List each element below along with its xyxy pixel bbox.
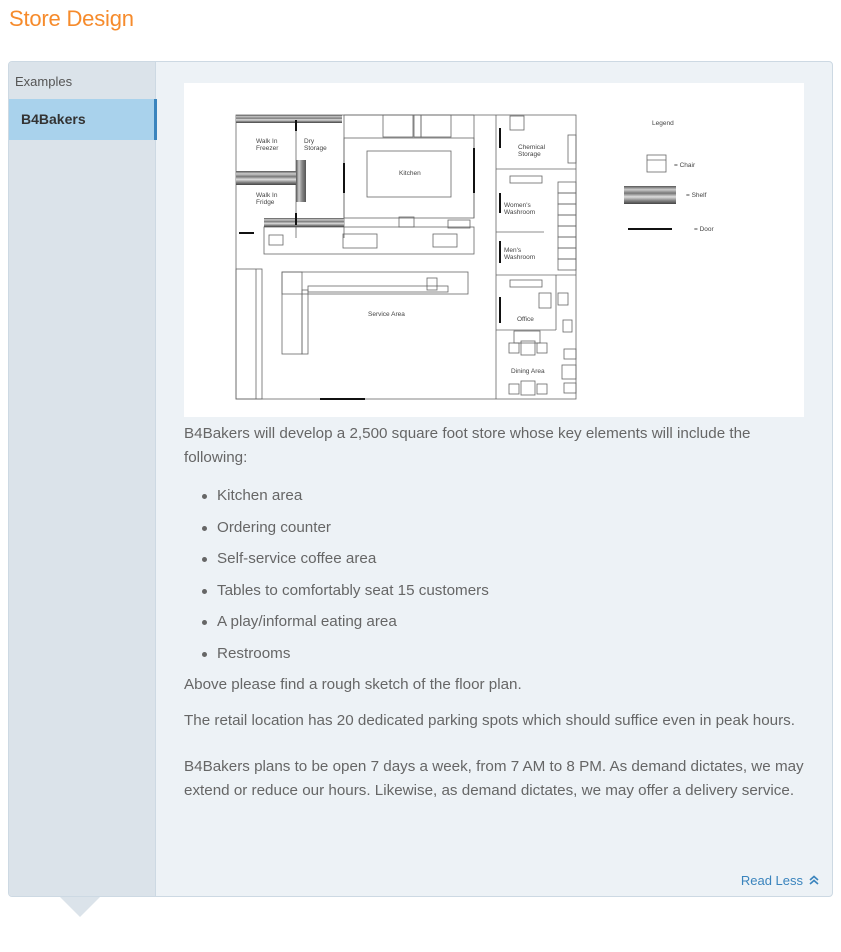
intro-paragraph: B4Bakers will develop a 2,500 square foo… bbox=[184, 425, 751, 466]
room-label-freezer: Walk In bbox=[256, 138, 278, 145]
legend-chair-label: = Chair bbox=[674, 162, 696, 169]
examples-panel: Examples B4Bakers Walk In Freezer Dry St… bbox=[8, 61, 833, 897]
double-chevron-up-icon bbox=[809, 874, 819, 887]
list-item: Self-service coffee area bbox=[202, 543, 814, 575]
list-item: Tables to comfortably seat 15 customers bbox=[202, 575, 814, 607]
sidebar: Examples B4Bakers bbox=[9, 62, 157, 896]
legend-title: Legend bbox=[652, 120, 674, 127]
key-elements-list: Kitchen area Ordering counter Self-servi… bbox=[184, 480, 814, 669]
room-label-office: Office bbox=[517, 316, 534, 323]
sidebar-item-b4bakers[interactable]: B4Bakers bbox=[9, 99, 157, 140]
read-less-button[interactable]: Read Less bbox=[741, 873, 819, 888]
room-label-fridge: Walk In bbox=[256, 192, 278, 199]
svg-text:Washroom: Washroom bbox=[504, 209, 535, 216]
list-item: Ordering counter bbox=[202, 512, 814, 544]
panel-pointer-arrow bbox=[60, 897, 100, 917]
legend-door-label: = Door bbox=[694, 226, 715, 233]
example-content: Walk In Freezer Dry Storage Kitchen Walk… bbox=[156, 62, 832, 896]
legend-shelf-symbol bbox=[624, 186, 676, 204]
svg-text:Storage: Storage bbox=[304, 145, 327, 152]
room-label-dining: Dining Area bbox=[511, 368, 545, 375]
room-label-womens: Women's bbox=[504, 202, 532, 209]
room-label-service-area: Service Area bbox=[368, 311, 405, 318]
parking-paragraph: The retail location has 20 dedicated par… bbox=[184, 712, 795, 729]
hours-paragraph: B4Bakers plans to be open 7 days a week,… bbox=[184, 758, 804, 799]
page-title: Store Design bbox=[9, 6, 134, 31]
list-item: Kitchen area bbox=[202, 480, 814, 512]
svg-text:Storage: Storage bbox=[518, 151, 541, 158]
list-item: Restrooms bbox=[202, 638, 814, 670]
read-less-label: Read Less bbox=[740, 873, 803, 888]
svg-text:Fridge: Fridge bbox=[256, 199, 275, 206]
room-label-kitchen: Kitchen bbox=[399, 170, 421, 177]
room-label-chemical: Chemical bbox=[518, 144, 546, 151]
legend-chair-symbol bbox=[646, 154, 667, 173]
sketch-note-paragraph: Above please find a rough sketch of the … bbox=[184, 676, 522, 693]
legend-shelf-label: = Shelf bbox=[686, 192, 707, 199]
svg-text:Freezer: Freezer bbox=[256, 145, 279, 152]
shelf bbox=[236, 115, 342, 123]
sidebar-header: Examples bbox=[15, 74, 73, 89]
room-label-mens: Men's bbox=[504, 247, 522, 254]
svg-text:Washroom: Washroom bbox=[504, 254, 535, 261]
list-item: A play/informal eating area bbox=[202, 606, 814, 638]
floor-plan-image: Walk In Freezer Dry Storage Kitchen Walk… bbox=[184, 83, 804, 417]
room-label-dry-storage: Dry bbox=[304, 138, 315, 145]
